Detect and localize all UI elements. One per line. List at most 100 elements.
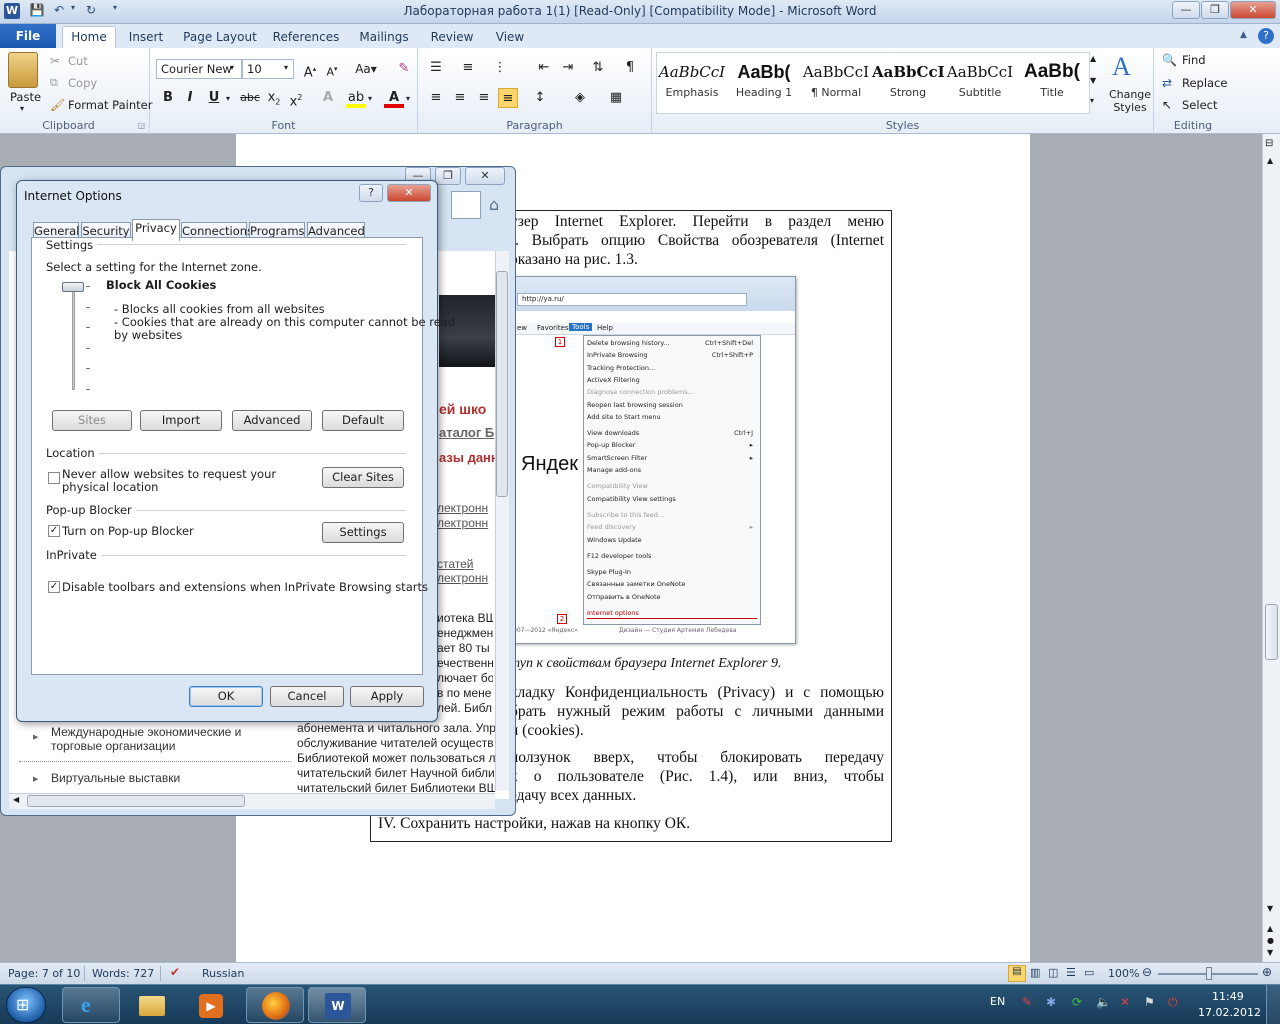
change-styles-icon[interactable]: A — [1112, 52, 1131, 82]
ie-close-button[interactable]: ✕ — [465, 167, 505, 185]
multilevel-list-icon[interactable]: ⋮ — [490, 58, 510, 78]
scroll-thumb[interactable] — [1265, 604, 1278, 660]
align-left-icon[interactable]: ≡ — [426, 88, 446, 108]
popup-settings-button[interactable]: Settings — [322, 522, 404, 543]
highlight-dropdown-icon[interactable]: ▾ — [368, 94, 372, 103]
ie-link-4[interactable]: лектронн — [437, 571, 488, 585]
import-button[interactable]: Import — [140, 410, 222, 431]
numbering-icon[interactable]: ≡ — [458, 58, 478, 78]
paste-dropdown-icon[interactable]: ▾ — [20, 104, 24, 113]
grow-font-icon[interactable]: A▴ — [300, 59, 320, 80]
tab-view[interactable]: View — [492, 28, 528, 48]
ok-button[interactable]: OK — [189, 686, 263, 707]
copy-button[interactable]: Copy — [68, 76, 97, 90]
style-title[interactable]: AaBb(Title — [1016, 58, 1088, 114]
clipboard-launcher-icon[interactable]: ◲ — [137, 121, 145, 130]
location-checkbox-label-2[interactable]: physical location — [62, 480, 158, 494]
highlight-icon[interactable]: ab — [346, 88, 366, 108]
strikethrough-icon[interactable]: abc — [238, 88, 262, 108]
ie-hscroll-thumb[interactable] — [27, 795, 245, 807]
full-screen-reading-icon[interactable]: ▥ — [1030, 966, 1040, 979]
minimize-ribbon-icon[interactable]: ▲ — [1240, 30, 1247, 40]
privacy-slider-thumb[interactable] — [62, 282, 84, 292]
privacy-slider-track[interactable] — [72, 286, 75, 390]
format-painter-button[interactable]: Format Painter — [68, 98, 152, 112]
tray-network-icon[interactable]: ✕ — [1120, 995, 1130, 1009]
paste-icon[interactable] — [8, 52, 38, 88]
tab-mailings[interactable]: Mailings — [356, 28, 412, 48]
shading-icon[interactable]: ◈ — [570, 88, 590, 108]
input-language[interactable]: EN — [990, 995, 1005, 1008]
show-marks-icon[interactable]: ¶ — [620, 58, 640, 78]
location-checkbox-label[interactable]: Never allow websites to request your — [62, 467, 276, 481]
ie-hscroll-left-icon[interactable]: ◀ — [13, 795, 19, 804]
cancel-button[interactable]: Cancel — [270, 686, 344, 707]
change-styles-button[interactable]: Change Styles — [1108, 88, 1152, 114]
zoom-slider-thumb[interactable] — [1206, 967, 1212, 980]
font-color-dropdown-icon[interactable]: ▾ — [406, 94, 410, 103]
tray-power-icon[interactable]: ⏻ — [1168, 995, 1178, 1010]
copy-icon[interactable]: ⧉ — [50, 76, 58, 90]
cut-icon[interactable]: ✂ — [50, 54, 60, 68]
clear-sites-button[interactable]: Clear Sites — [322, 467, 404, 488]
font-color-icon[interactable]: A — [384, 88, 404, 108]
zoom-in-icon[interactable]: ⊕ — [1262, 965, 1272, 979]
scroll-up-icon[interactable]: ▲ — [1267, 156, 1273, 165]
styles-scroll-down-icon[interactable]: ▼ — [1090, 76, 1096, 85]
ie-scroll-thumb[interactable] — [496, 271, 508, 497]
clock-time[interactable]: 11:49 — [1212, 990, 1244, 1003]
close-button[interactable]: ✕ — [1230, 1, 1276, 19]
ie-restore-button[interactable]: ❐ — [435, 167, 461, 185]
align-center-icon[interactable]: ≡ — [450, 88, 470, 108]
tab-insert[interactable]: Insert — [126, 28, 166, 48]
show-desktop-button[interactable] — [1266, 985, 1280, 1024]
bullets-icon[interactable]: ☰ — [426, 58, 446, 78]
sites-button[interactable]: Sites — [52, 410, 132, 431]
prev-page-icon[interactable]: ▲ — [1267, 924, 1273, 933]
style-heading-1[interactable]: AaBb(Heading 1 — [728, 58, 800, 114]
ie-link-3[interactable]: статей — [437, 557, 474, 571]
tab-review[interactable]: Review — [428, 28, 476, 48]
taskbar-firefox[interactable] — [246, 987, 304, 1023]
page-count[interactable]: Page: 7 of 10 — [8, 967, 80, 980]
find-icon[interactable]: 🔍 — [1162, 53, 1177, 67]
text-effects-icon[interactable]: A — [318, 88, 338, 108]
italic-icon[interactable]: I — [180, 88, 200, 108]
tab-privacy[interactable]: Privacy — [132, 219, 180, 241]
tray-icon-2[interactable]: ✱ — [1046, 995, 1056, 1009]
next-page-icon[interactable]: ▼ — [1267, 948, 1273, 957]
ie-nav-item-2[interactable]: Виртуальные выставки — [51, 771, 180, 785]
ruler-toggle-icon[interactable]: ⊟ — [1265, 138, 1273, 149]
word-count[interactable]: Words: 727 — [92, 967, 154, 980]
font-name-dropdown-icon[interactable]: ▾ — [230, 63, 234, 72]
cut-button[interactable]: Cut — [68, 54, 88, 68]
tray-flag-icon[interactable]: ⚑ — [1144, 995, 1155, 1009]
inprivate-checkbox[interactable]: ✓ — [48, 581, 60, 593]
draft-icon[interactable]: ▭ — [1084, 966, 1094, 979]
proofing-icon[interactable]: ✔ — [170, 965, 180, 979]
scroll-down-icon[interactable]: ▼ — [1267, 904, 1273, 913]
zoom-level[interactable]: 100% — [1108, 967, 1139, 980]
location-checkbox[interactable] — [48, 472, 60, 484]
ie-home-icon[interactable]: ⌂ — [489, 195, 499, 214]
styles-scroll-up-icon[interactable]: ▲ — [1090, 54, 1096, 63]
underline-dropdown-icon[interactable]: ▾ — [226, 94, 230, 103]
style-normal[interactable]: AaBbCcI ¶ Normal — [800, 58, 872, 114]
taskbar-explorer[interactable] — [122, 987, 180, 1023]
tab-file[interactable]: File — [0, 24, 56, 48]
tab-references[interactable]: References — [272, 28, 340, 48]
tab-home[interactable]: Home — [62, 26, 116, 49]
document-vertical-scrollbar[interactable]: ⊟ ▲ ▼ ▲ ● ▼ — [1262, 134, 1280, 962]
tab-page-layout[interactable]: Page Layout — [182, 28, 258, 48]
taskbar-ie[interactable]: e — [62, 987, 120, 1023]
superscript-icon[interactable]: x2 — [286, 88, 306, 109]
restore-button[interactable]: ❐ — [1201, 1, 1229, 19]
increase-indent-icon[interactable]: ⇥ — [558, 58, 578, 78]
change-case-icon[interactable]: Aa▾ — [352, 59, 380, 79]
decrease-indent-icon[interactable]: ⇤ — [534, 58, 554, 78]
format-painter-icon[interactable]: 🖌 — [50, 98, 65, 112]
font-size-dropdown-icon[interactable]: ▾ — [284, 63, 288, 72]
popup-blocker-checkbox[interactable]: ✓ — [48, 525, 60, 537]
styles-more-icon[interactable]: ▾ — [1090, 96, 1094, 105]
popup-blocker-checkbox-label[interactable]: Turn on Pop-up Blocker — [62, 524, 194, 538]
